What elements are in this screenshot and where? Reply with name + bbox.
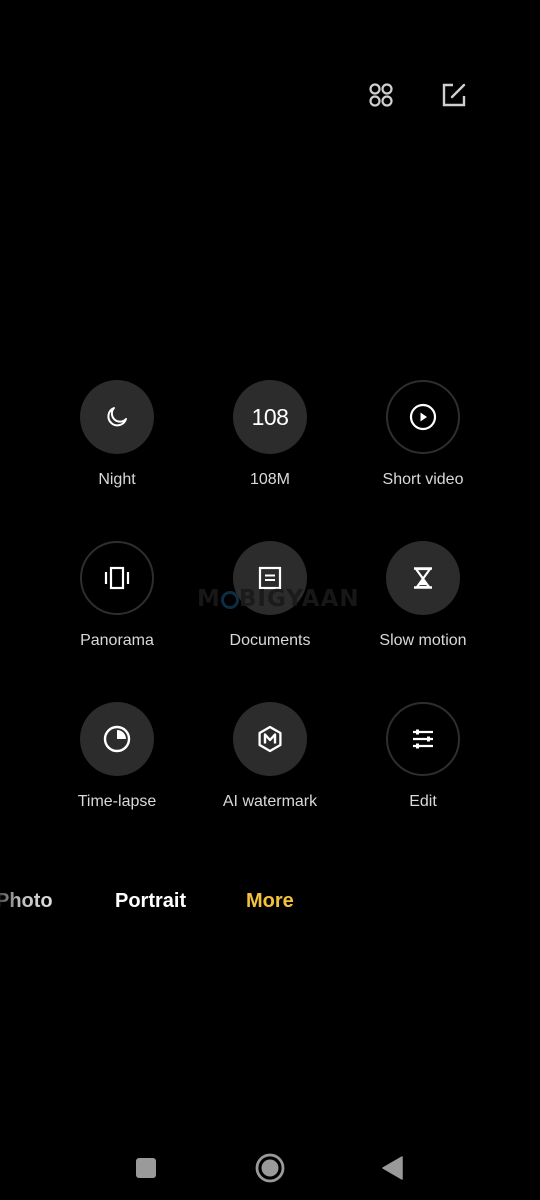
hourglass-icon: [414, 567, 432, 589]
edit-icon: [442, 83, 466, 107]
mode-label: AI watermark: [222, 793, 318, 810]
mode-label: Time-lapse: [77, 793, 157, 810]
camera-mode-tabs: Photo Portrait More: [0, 890, 540, 920]
grid-layout-button[interactable]: [364, 78, 398, 112]
mode-label: 108M: [249, 471, 291, 488]
mode-panorama-circle[interactable]: [80, 541, 154, 615]
mode-label: Documents: [229, 632, 311, 649]
mode-slow-motion[interactable]: Slow motion: [346, 541, 500, 650]
mode-108m[interactable]: 108 108M: [193, 380, 347, 489]
mode-time-lapse[interactable]: Time-lapse: [40, 702, 194, 811]
edit-modes-button[interactable]: [437, 78, 471, 112]
mode-edit-circle[interactable]: [386, 702, 460, 776]
sliders-icon: [413, 729, 433, 749]
moon-icon: [107, 407, 127, 427]
grid-layout-icon: [369, 83, 393, 107]
mode-short-video-circle[interactable]: [386, 380, 460, 454]
mode-short-video[interactable]: Short video: [346, 380, 500, 489]
mode-label: Night: [98, 471, 136, 488]
mode-time-lapse-circle[interactable]: [80, 702, 154, 776]
recents-button[interactable]: [126, 1148, 166, 1188]
timer-icon: [103, 725, 131, 753]
mode-night-circle[interactable]: [80, 380, 154, 454]
mode-night[interactable]: Night: [40, 380, 194, 489]
mode-108m-circle[interactable]: 108: [233, 380, 307, 454]
play-circle-icon: [409, 403, 437, 431]
mode-label: Edit: [409, 793, 437, 810]
home-button[interactable]: [250, 1148, 290, 1188]
tab-more[interactable]: More: [246, 890, 294, 913]
square-recents-icon: [136, 1158, 156, 1178]
mode-ai-watermark[interactable]: AI watermark: [193, 702, 347, 811]
mode-slow-motion-circle[interactable]: [386, 541, 460, 615]
108-text: 108: [251, 403, 289, 430]
document-icon: [258, 566, 282, 590]
navigation-bar: [0, 1148, 540, 1188]
tab-photo[interactable]: Photo: [0, 890, 53, 913]
triangle-back-icon: [382, 1156, 403, 1180]
mode-ai-watermark-circle[interactable]: [233, 702, 307, 776]
mode-panorama[interactable]: Panorama: [40, 541, 194, 650]
back-button[interactable]: [373, 1148, 413, 1188]
mode-label: Panorama: [80, 632, 154, 649]
circle-home-icon: [255, 1153, 285, 1183]
mode-label: Slow motion: [379, 632, 467, 649]
mode-label: Short video: [382, 471, 464, 488]
mode-documents[interactable]: Documents: [193, 541, 347, 650]
mode-edit[interactable]: Edit: [346, 702, 500, 811]
mode-documents-circle[interactable]: [233, 541, 307, 615]
tab-portrait[interactable]: Portrait: [115, 890, 186, 913]
hexagon-m-icon: [258, 725, 282, 753]
panorama-icon: [104, 566, 130, 590]
